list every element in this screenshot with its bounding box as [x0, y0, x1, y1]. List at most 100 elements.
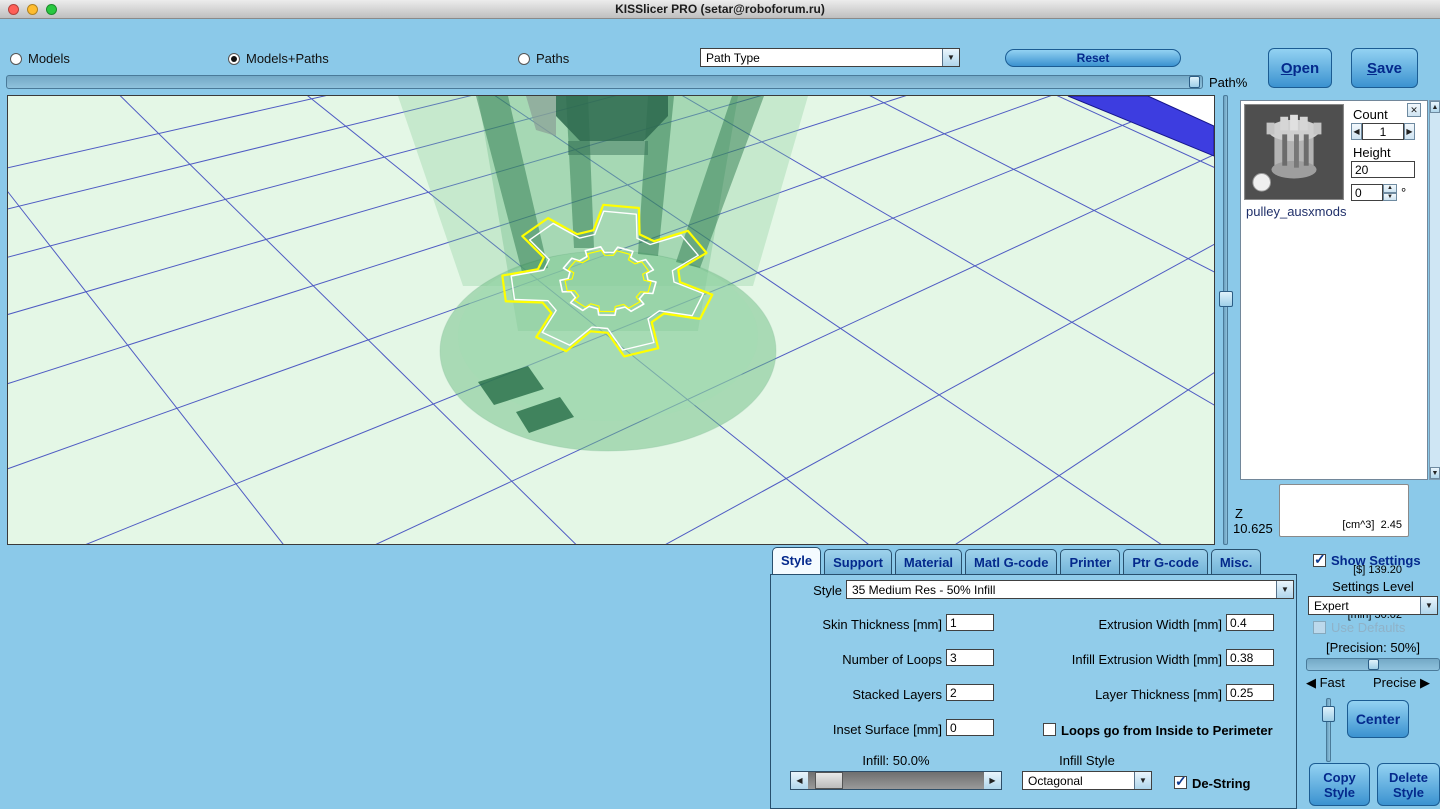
- rotation-spinner[interactable]: ▲ ▼: [1383, 184, 1397, 201]
- scroll-up-icon[interactable]: ▲: [1430, 101, 1440, 113]
- scroll-down-icon[interactable]: ▼: [1430, 467, 1440, 479]
- radio-models-circle[interactable]: [10, 53, 22, 65]
- center-button-label: Center: [1356, 711, 1400, 727]
- infill-slider-left-icon[interactable]: ◀: [791, 772, 808, 789]
- radio-paths-circle[interactable]: [518, 53, 530, 65]
- infill-extrusion-width-input[interactable]: [1226, 649, 1274, 666]
- infill-extrusion-width-label: Infill Extrusion Width [mm]: [1022, 652, 1222, 667]
- height-label: Height: [1353, 145, 1391, 160]
- chevron-down-icon: ▼: [942, 49, 959, 66]
- reset-button-label: Reset: [1077, 51, 1110, 65]
- window-title: KISSlicer PRO (setar@roboforum.ru): [0, 0, 1440, 19]
- count-input[interactable]: [1362, 123, 1404, 140]
- titlebar: KISSlicer PRO (setar@roboforum.ru): [0, 0, 1440, 19]
- loops-inside-to-perimeter-label: Loops go from Inside to Perimeter: [1061, 723, 1273, 738]
- reset-button[interactable]: Reset: [1005, 49, 1181, 67]
- model-name-label[interactable]: pulley_ausxmods: [1246, 204, 1346, 219]
- extrusion-width-input[interactable]: [1226, 614, 1274, 631]
- path-type-value: Path Type: [706, 51, 760, 65]
- number-of-loops-label: Number of Loops: [770, 652, 942, 667]
- infill-slider-right-icon[interactable]: ▶: [984, 772, 1001, 789]
- layer-thickness-label: Layer Thickness [mm]: [1022, 687, 1222, 702]
- style-vertical-slider[interactable]: [1322, 698, 1335, 762]
- radio-models-paths-circle[interactable]: [228, 53, 240, 65]
- layer-thickness-input[interactable]: [1226, 684, 1274, 701]
- tab-material[interactable]: Material: [895, 549, 962, 574]
- settings-tabs: Style Support Material Matl G-code Print…: [772, 547, 1261, 574]
- tab-matl-gcode[interactable]: Matl G-code: [965, 549, 1057, 574]
- save-button[interactable]: Save: [1351, 48, 1418, 88]
- infill-style-value: Octagonal: [1028, 774, 1083, 788]
- center-button[interactable]: Center: [1347, 700, 1409, 738]
- tab-misc[interactable]: Misc.: [1211, 549, 1262, 574]
- delete-style-button[interactable]: Delete Style: [1377, 763, 1440, 806]
- radio-paths[interactable]: Paths: [518, 51, 569, 66]
- precision-slider[interactable]: [1306, 658, 1440, 671]
- path-percent-label: Path%: [1209, 75, 1247, 90]
- skin-thickness-input[interactable]: [946, 614, 994, 631]
- extrusion-width-label: Extrusion Width [mm]: [1022, 617, 1222, 632]
- z-height-slider-track: [1223, 95, 1228, 545]
- model-list-scrollbar[interactable]: ▲ ▼: [1429, 100, 1440, 480]
- skin-thickness-label: Skin Thickness [mm]: [770, 617, 942, 632]
- stacked-layers-label: Stacked Layers: [770, 687, 942, 702]
- radio-models-label: Models: [28, 51, 70, 66]
- count-increment-button[interactable]: ▶: [1404, 123, 1415, 140]
- path-type-dropdown[interactable]: Path Type ▼: [700, 48, 960, 67]
- minimize-window-button[interactable]: [27, 4, 38, 15]
- settings-level-dropdown[interactable]: Expert ▼: [1308, 596, 1438, 615]
- tab-style[interactable]: Style: [772, 547, 821, 574]
- count-decrement-button[interactable]: ◀: [1351, 123, 1362, 140]
- infill-slider[interactable]: ◀ ▶: [790, 771, 1002, 790]
- loops-inside-to-perimeter-checkbox[interactable]: [1043, 723, 1056, 736]
- path-percent-slider[interactable]: [6, 75, 1203, 89]
- z-height-slider[interactable]: [1219, 95, 1233, 545]
- z-value-label: 10.625: [1233, 521, 1273, 536]
- 3d-viewport[interactable]: [7, 95, 1215, 545]
- infill-percent-label: Infill: 50.0%: [790, 753, 1002, 768]
- delete-style-label: Delete Style: [1385, 770, 1433, 800]
- height-input[interactable]: [1351, 161, 1415, 178]
- number-of-loops-input[interactable]: [946, 649, 994, 666]
- de-string-checkbox[interactable]: [1174, 776, 1187, 789]
- tab-support[interactable]: Support: [824, 549, 892, 574]
- infill-slider-handle[interactable]: [815, 772, 843, 789]
- open-button[interactable]: Open: [1268, 48, 1332, 88]
- rotation-spin-down-icon[interactable]: ▼: [1383, 193, 1397, 202]
- precision-label: [Precision: 50%]: [1303, 640, 1440, 655]
- window-controls: [8, 4, 57, 15]
- use-defaults-checkbox[interactable]: [1313, 621, 1326, 634]
- model-thumbnail[interactable]: [1244, 104, 1344, 200]
- inset-surface-label: Inset Surface [mm]: [770, 722, 942, 737]
- stacked-layers-input[interactable]: [946, 684, 994, 701]
- de-string-label: De-String: [1192, 776, 1251, 791]
- precise-label: Precise ▶: [1373, 675, 1430, 691]
- chevron-down-icon: ▼: [1420, 597, 1437, 614]
- zoom-window-button[interactable]: [46, 4, 57, 15]
- style-preset-value: 35 Medium Res - 50% Infill: [852, 583, 995, 597]
- stat-volume: [cm^3] 2.45: [1286, 518, 1402, 533]
- tab-ptr-gcode[interactable]: Ptr G-code: [1123, 549, 1207, 574]
- z-height-slider-handle[interactable]: [1219, 291, 1233, 307]
- infill-slider-track[interactable]: [808, 772, 984, 789]
- radio-models[interactable]: Models: [10, 51, 70, 66]
- inset-surface-input[interactable]: [946, 719, 994, 736]
- chevron-down-icon: ▼: [1276, 581, 1293, 598]
- path-percent-slider-handle[interactable]: [1189, 76, 1200, 88]
- rotation-spin-up-icon[interactable]: ▲: [1383, 184, 1397, 193]
- radio-models-paths[interactable]: Models+Paths: [228, 51, 329, 66]
- style-vertical-slider-handle[interactable]: [1322, 706, 1335, 722]
- style-preset-dropdown[interactable]: 35 Medium Res - 50% Infill ▼: [846, 580, 1294, 599]
- show-settings-checkbox[interactable]: [1313, 554, 1326, 567]
- copy-style-button[interactable]: Copy Style: [1309, 763, 1370, 806]
- radio-paths-label: Paths: [536, 51, 569, 66]
- infill-style-dropdown[interactable]: Octagonal ▼: [1022, 771, 1152, 790]
- show-settings-label: Show Settings: [1331, 553, 1421, 568]
- settings-level-label: Settings Level: [1308, 579, 1438, 594]
- precision-slider-handle[interactable]: [1368, 659, 1379, 670]
- settings-level-value: Expert: [1314, 599, 1349, 613]
- rotation-input[interactable]: [1351, 184, 1383, 201]
- close-icon[interactable]: ✕: [1407, 103, 1421, 117]
- close-window-button[interactable]: [8, 4, 19, 15]
- tab-printer[interactable]: Printer: [1060, 549, 1120, 574]
